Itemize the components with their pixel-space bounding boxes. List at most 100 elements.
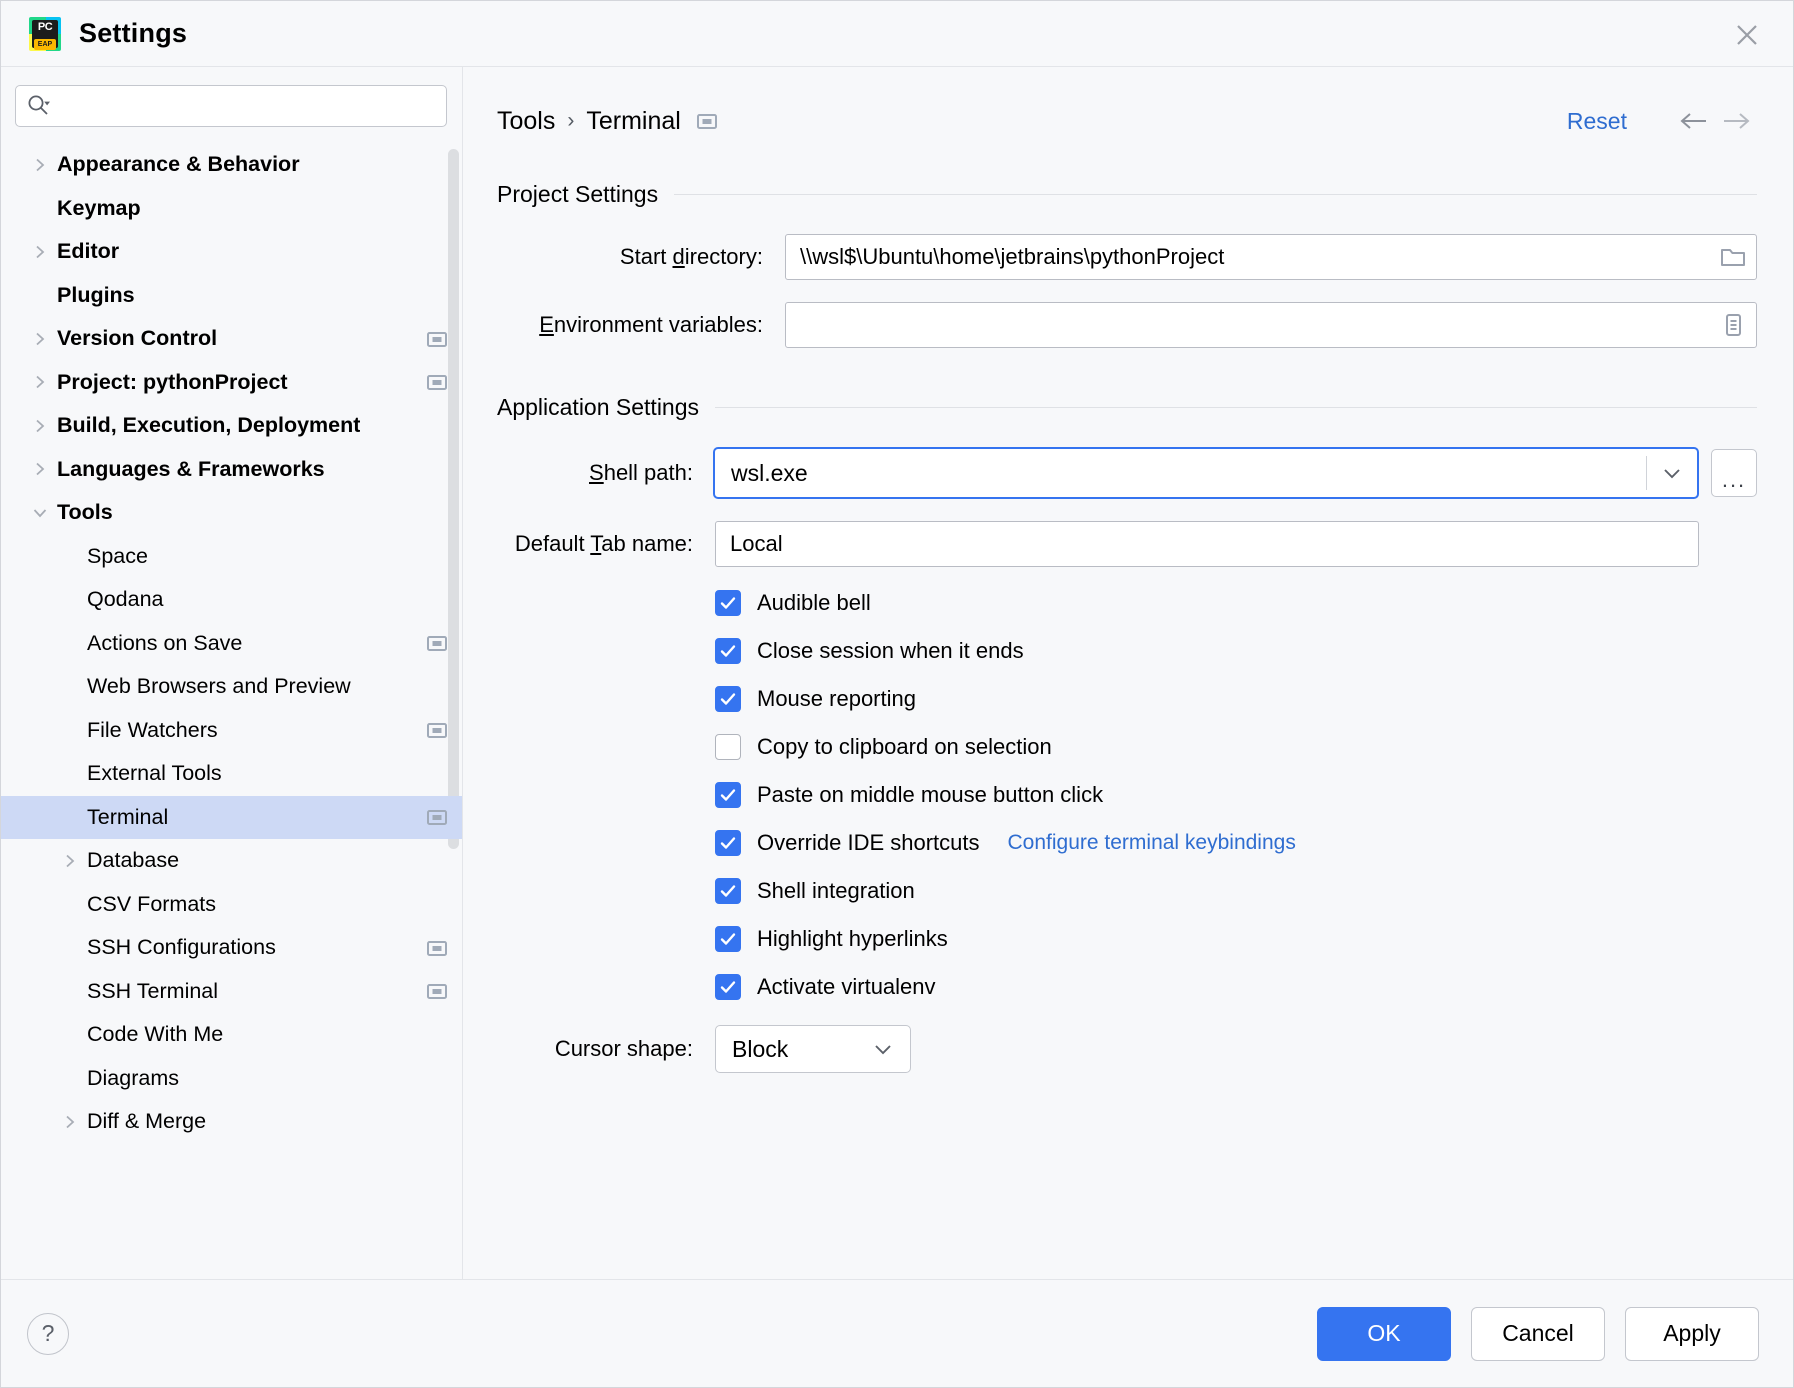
close-icon[interactable] xyxy=(1729,17,1765,53)
settings-tree[interactable]: Appearance & Behavior Keymap Editor Plugins… xyxy=(1,139,463,1279)
chevron-down-icon[interactable] xyxy=(23,491,57,535)
checkbox-audible-bell[interactable] xyxy=(715,590,741,616)
checkbox-row-activate-virtualenv: Activate virtualenv xyxy=(715,963,1757,1011)
project-settings-title: Project Settings xyxy=(497,181,659,207)
sidebar-item-external-tools[interactable]: External Tools xyxy=(1,752,463,796)
sidebar-item-code-with-me[interactable]: Code With Me xyxy=(1,1013,463,1057)
sidebar-item-label: Editor xyxy=(57,239,120,264)
sidebar-item-build-execution-deployment[interactable]: Build, Execution, Deployment xyxy=(1,404,463,448)
apply-button[interactable]: Apply xyxy=(1625,1306,1759,1361)
sidebar-item-editor[interactable]: Editor xyxy=(1,230,463,274)
shell-path-input[interactable] xyxy=(729,458,1646,488)
sidebar-item-qodana[interactable]: Qodana xyxy=(1,578,463,622)
start-directory-input[interactable] xyxy=(798,243,1716,271)
sidebar-item-space[interactable]: Space xyxy=(1,535,463,579)
checkbox-override-ide-shortcuts[interactable] xyxy=(715,830,741,856)
sidebar-item-label: Appearance & Behavior xyxy=(57,152,300,177)
checkbox-paste-on-middle-mouse-button-click[interactable] xyxy=(715,782,741,808)
sidebar-item-diagrams[interactable]: Diagrams xyxy=(1,1057,463,1101)
chevron-right-icon[interactable] xyxy=(53,1100,87,1144)
project-scope-icon xyxy=(696,111,717,131)
chevron-right-icon[interactable] xyxy=(23,317,57,361)
configure-terminal-keybindings-link[interactable]: Configure terminal keybindings xyxy=(1008,831,1296,855)
chevron-right-icon[interactable] xyxy=(23,404,57,448)
environment-variables-field[interactable] xyxy=(785,302,1757,348)
chevron-right-icon[interactable] xyxy=(23,448,57,492)
sidebar-item-database[interactable]: Database xyxy=(1,839,463,883)
sidebar-item-label: CSV Formats xyxy=(87,891,217,916)
sidebar-item-version-control[interactable]: Version Control xyxy=(1,317,463,361)
environment-variables-input[interactable] xyxy=(798,311,1716,339)
arrow-right-icon[interactable] xyxy=(1715,100,1757,142)
sidebar-item-file-watchers[interactable]: File Watchers xyxy=(1,709,463,753)
settings-content: Tools › Terminal Reset Project Settings … xyxy=(463,67,1793,1279)
checkbox-row-highlight-hyperlinks: Highlight hyperlinks xyxy=(715,915,1757,963)
chevron-right-icon[interactable] xyxy=(23,230,57,274)
chevron-right-icon[interactable] xyxy=(23,143,57,187)
sidebar-item-tools[interactable]: Tools xyxy=(1,491,463,535)
sidebar-item-label: Build, Execution, Deployment xyxy=(57,413,361,438)
checkbox-shell-integration[interactable] xyxy=(715,878,741,904)
project-scope-icon xyxy=(427,372,447,392)
checkbox-row-shell-integration: Shell integration xyxy=(715,867,1757,915)
checkbox-label: Override IDE shortcuts xyxy=(757,830,980,855)
reset-button[interactable]: Reset xyxy=(1567,108,1627,135)
cursor-shape-select[interactable]: Block xyxy=(715,1025,911,1073)
chevron-right-icon[interactable] xyxy=(53,839,87,883)
folder-icon[interactable] xyxy=(1716,240,1750,274)
sidebar-item-terminal[interactable]: Terminal xyxy=(1,795,463,839)
sidebar-item-web-browsers-and-preview[interactable]: Web Browsers and Preview xyxy=(1,665,463,709)
sidebar-item-ssh-terminal[interactable]: SSH Terminal xyxy=(1,970,463,1014)
sidebar-item-plugins[interactable]: Plugins xyxy=(1,274,463,318)
checkbox-highlight-hyperlinks[interactable] xyxy=(715,926,741,952)
sidebar-item-project-pythonproject[interactable]: Project: pythonProject xyxy=(1,361,463,405)
terminal-options-list: Audible bell Close session when it ends Mo… xyxy=(715,579,1757,1011)
chevron-right-icon[interactable] xyxy=(23,361,57,405)
sidebar-item-label: Diagrams xyxy=(87,1065,179,1090)
search-icon xyxy=(26,93,52,119)
chevron-down-icon[interactable] xyxy=(1647,466,1697,480)
sidebar-item-ssh-configurations[interactable]: SSH Configurations xyxy=(1,926,463,970)
start-directory-field[interactable] xyxy=(785,234,1757,280)
sidebar-item-label: Diff & Merge xyxy=(87,1109,207,1134)
list-edit-icon[interactable] xyxy=(1716,308,1750,342)
breadcrumb-parent[interactable]: Tools xyxy=(497,107,555,136)
checkbox-copy-to-clipboard-on-selection[interactable] xyxy=(715,734,741,760)
help-button[interactable]: ? xyxy=(27,1312,69,1355)
environment-variables-row: Environment variables: xyxy=(497,302,1757,348)
search-container xyxy=(1,67,463,139)
default-tab-name-label: Default Tab name: xyxy=(514,531,693,556)
shell-path-combobox[interactable] xyxy=(713,447,1699,499)
project-scope-icon xyxy=(427,938,447,958)
default-tab-name-field[interactable] xyxy=(715,521,1699,567)
checkbox-label: Highlight hyperlinks xyxy=(757,926,948,951)
search-input[interactable] xyxy=(52,94,436,118)
sidebar-item-label: Keymap xyxy=(57,195,141,220)
sidebar-item-label: Code With Me xyxy=(87,1022,224,1047)
checkbox-activate-virtualenv[interactable] xyxy=(715,974,741,1000)
sidebar-item-diff-merge[interactable]: Diff & Merge xyxy=(1,1100,463,1144)
chevron-down-icon xyxy=(866,1042,900,1056)
checkbox-mouse-reporting[interactable] xyxy=(715,686,741,712)
search-box[interactable] xyxy=(15,85,447,127)
sidebar-item-csv-formats[interactable]: CSV Formats xyxy=(1,883,463,927)
cancel-button[interactable]: Cancel xyxy=(1471,1306,1605,1361)
ok-button[interactable]: OK xyxy=(1317,1306,1451,1361)
sidebar-item-appearance-behavior[interactable]: Appearance & Behavior xyxy=(1,143,463,187)
settings-dialog: PC EAP Settings Appearance & Behavior Ke… xyxy=(0,0,1794,1388)
sidebar-item-label: Actions on Save xyxy=(87,630,243,655)
sidebar-item-label: Version Control xyxy=(57,326,218,351)
sidebar-item-label: Database xyxy=(87,848,180,873)
checkbox-label: Close session when it ends xyxy=(757,638,1024,663)
checkbox-row-copy-to-clipboard-on-selection: Copy to clipboard on selection xyxy=(715,723,1757,771)
sidebar-item-keymap[interactable]: Keymap xyxy=(1,187,463,231)
default-tab-name-input[interactable] xyxy=(728,530,1692,558)
checkbox-close-session-when-it-ends[interactable] xyxy=(715,638,741,664)
section-divider xyxy=(674,194,1757,195)
sidebar-divider xyxy=(462,67,463,1279)
sidebar-item-actions-on-save[interactable]: Actions on Save xyxy=(1,622,463,666)
arrow-left-icon[interactable] xyxy=(1673,100,1715,142)
sidebar-item-languages-frameworks[interactable]: Languages & Frameworks xyxy=(1,448,463,492)
sidebar-item-label: Web Browsers and Preview xyxy=(87,674,351,699)
shell-path-browse-button[interactable]: ... xyxy=(1711,449,1757,497)
